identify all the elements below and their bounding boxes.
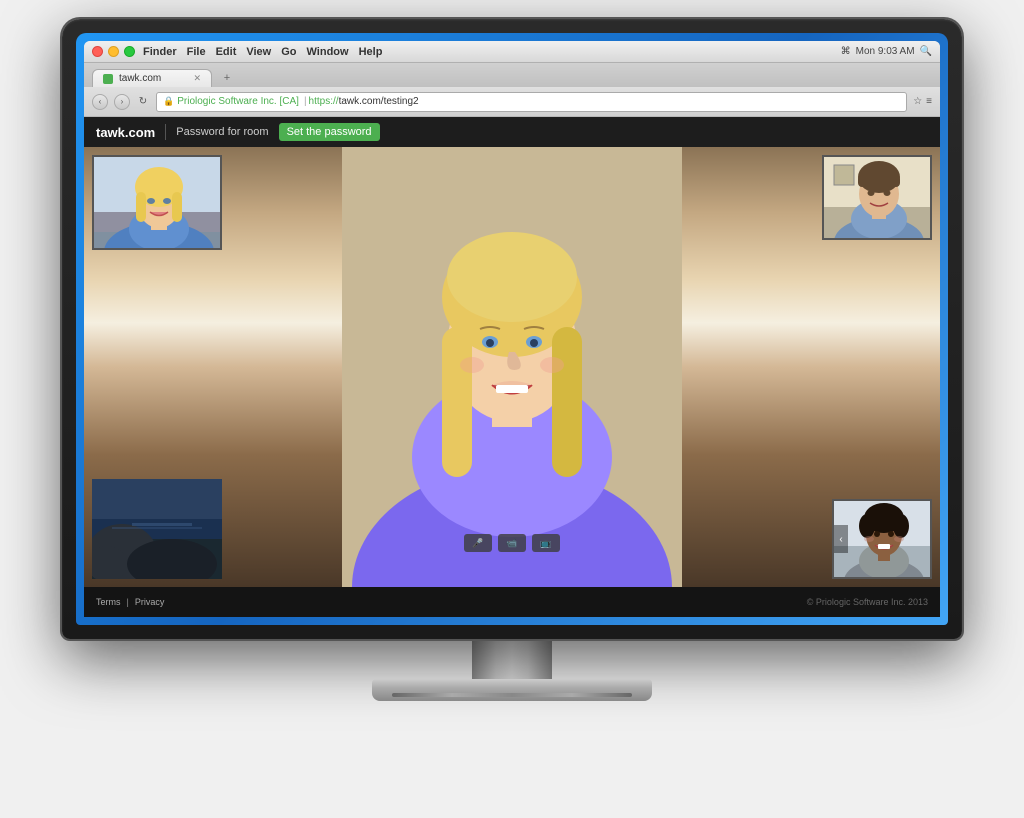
- url-domain: tawk.com: [339, 96, 381, 107]
- minimize-button[interactable]: [108, 46, 119, 57]
- monitor-bezel: Finder File Edit View Go Window Help ⌘ M…: [76, 33, 948, 625]
- maximize-button[interactable]: [124, 46, 135, 57]
- main-person-video: [342, 147, 682, 587]
- copyright-text: © Priologic Software Inc. 2013: [807, 597, 928, 607]
- url-path: /testing2: [381, 96, 419, 107]
- bottom-bar: Terms | Privacy © Priologic Software Inc…: [84, 587, 940, 617]
- url-protocol: https://: [309, 96, 339, 107]
- link-separator: |: [127, 597, 129, 607]
- url-separator: |: [304, 96, 307, 107]
- menu-file[interactable]: File: [187, 46, 206, 58]
- new-tab-button[interactable]: +: [218, 69, 236, 87]
- browser-window: Finder File Edit View Go Window Help ⌘ M…: [84, 41, 940, 617]
- menu-edit[interactable]: Edit: [216, 46, 237, 58]
- clock-display: Mon 9:03 AM: [856, 46, 915, 57]
- ssl-org: Priologic Software Inc. [CA]: [177, 96, 299, 107]
- app-logo: tawk.com: [96, 125, 155, 140]
- menu-go[interactable]: Go: [281, 46, 296, 58]
- mute-button[interactable]: 🎤: [464, 534, 492, 552]
- app-toolbar: tawk.com Password for room Set the passw…: [84, 117, 940, 147]
- refresh-button[interactable]: ↻: [136, 95, 150, 109]
- tab-bar: tawk.com ✕ +: [84, 63, 940, 87]
- menu-help[interactable]: Help: [359, 46, 383, 58]
- tab-close-icon[interactable]: ✕: [193, 73, 201, 84]
- bottom-links: Terms | Privacy: [96, 597, 164, 607]
- small-video-bottom-right: ‹: [832, 499, 932, 579]
- main-video-area: ‹: [84, 147, 940, 587]
- menu-view[interactable]: View: [246, 46, 271, 58]
- menu-window[interactable]: Window: [307, 46, 349, 58]
- close-button[interactable]: [92, 46, 103, 57]
- monitor-wrapper: Finder File Edit View Go Window Help ⌘ M…: [52, 19, 972, 799]
- finder-label: Finder: [143, 46, 177, 58]
- video-button[interactable]: 📹: [498, 534, 526, 552]
- small-video-top-left: [92, 155, 222, 250]
- url-bar[interactable]: 🔒 Priologic Software Inc. [CA] | https:/…: [156, 92, 907, 112]
- video-nav-arrow[interactable]: ‹: [834, 525, 848, 553]
- title-bar: Finder File Edit View Go Window Help ⌘ M…: [84, 41, 940, 63]
- wifi-icon: ⌘: [841, 46, 851, 57]
- browser-actions: ☆ ≡: [913, 96, 932, 107]
- monitor-body: Finder File Edit View Go Window Help ⌘ M…: [62, 19, 962, 639]
- system-icons: ⌘ Mon 9:03 AM 🔍: [841, 46, 932, 57]
- menu-icon[interactable]: ≡: [926, 96, 932, 107]
- tab-title: tawk.com: [119, 73, 161, 84]
- finder-menu: Finder File Edit View Go Window Help: [143, 46, 382, 58]
- monitor-base: [372, 679, 652, 701]
- traffic-lights: [92, 46, 135, 57]
- back-button[interactable]: ‹: [92, 94, 108, 110]
- set-password-button[interactable]: Set the password: [279, 123, 380, 141]
- bookmark-icon[interactable]: ☆: [913, 96, 922, 107]
- monitor-neck: [472, 639, 552, 679]
- screen-share-button[interactable]: 📺: [532, 534, 560, 552]
- terms-link[interactable]: Terms: [96, 597, 121, 607]
- privacy-link[interactable]: Privacy: [135, 597, 165, 607]
- tab-favicon: [103, 74, 113, 84]
- toolbar-divider: [165, 124, 166, 140]
- address-bar: ‹ › ↻ 🔒 Priologic Software Inc. [CA] | h…: [84, 87, 940, 117]
- content-area: tawk.com Password for room Set the passw…: [84, 117, 940, 617]
- small-video-bottom-left: [92, 479, 222, 579]
- password-label: Password for room: [176, 126, 268, 138]
- ssl-icon: 🔒: [163, 96, 174, 107]
- small-video-top-right: [822, 155, 932, 240]
- video-controls: 🎤 📹 📺: [464, 534, 560, 552]
- forward-button[interactable]: ›: [114, 94, 130, 110]
- spotlight-icon[interactable]: 🔍: [920, 46, 932, 57]
- browser-tab[interactable]: tawk.com ✕: [92, 69, 212, 87]
